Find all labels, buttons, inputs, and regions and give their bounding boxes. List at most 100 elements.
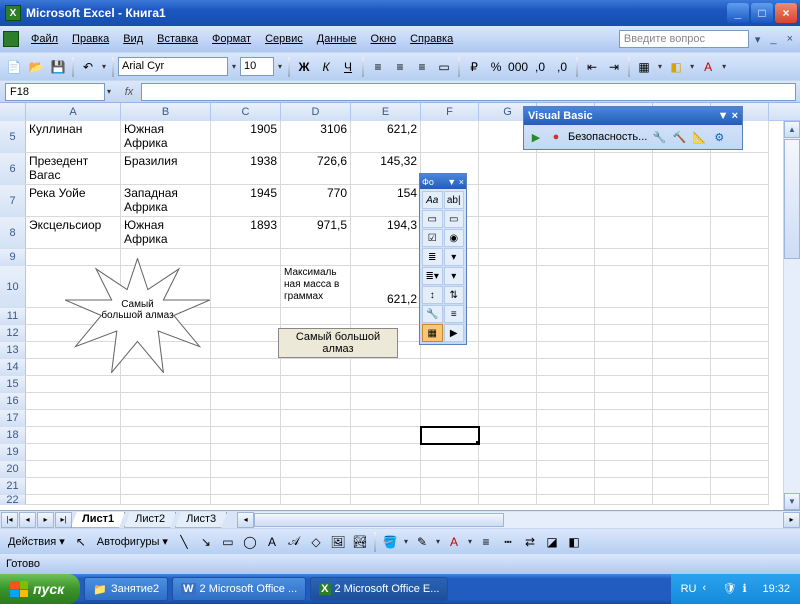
row-header[interactable]: 21 [0, 478, 26, 495]
row-header[interactable]: 7 [0, 185, 26, 217]
worksheet-grid[interactable]: A B C D E F G H I J K 5КуллинанЮжная Афр… [0, 102, 800, 510]
row-header[interactable]: 15 [0, 376, 26, 393]
cell[interactable] [121, 444, 211, 461]
align-left-icon[interactable]: ≡ [368, 57, 388, 77]
menu-edit[interactable]: Правка [66, 30, 115, 48]
tab-last-icon[interactable]: ▸| [55, 512, 72, 528]
font-color-draw-icon[interactable]: A [444, 532, 464, 552]
clock[interactable]: 19:32 [762, 583, 790, 595]
cell[interactable] [26, 495, 121, 505]
line-color-icon[interactable]: ✎ [412, 532, 432, 552]
shadow-icon[interactable]: ◪ [542, 532, 562, 552]
row-header[interactable]: 8 [0, 217, 26, 249]
cell[interactable] [653, 444, 711, 461]
edit-box-tool-icon[interactable]: ab| [444, 191, 465, 209]
row-header[interactable]: 12 [0, 325, 26, 342]
menu-format[interactable]: Формат [206, 30, 257, 48]
cell[interactable] [26, 444, 121, 461]
vertical-scrollbar[interactable]: ▲ ▼ [783, 121, 800, 510]
cell[interactable] [351, 393, 421, 410]
cell[interactable] [479, 185, 537, 217]
minimize-button[interactable]: _ [727, 3, 749, 23]
cell[interactable] [595, 444, 653, 461]
cell[interactable] [595, 325, 653, 342]
cell[interactable] [479, 217, 537, 249]
cell[interactable]: Река Уойе [26, 185, 121, 217]
row-header[interactable]: 13 [0, 342, 26, 359]
menu-help[interactable]: Справка [404, 30, 459, 48]
cell[interactable] [479, 342, 537, 359]
autoshapes-menu[interactable]: Автофигуры ▾ [93, 533, 172, 550]
cell[interactable] [537, 325, 595, 342]
dash-style-icon[interactable]: ┅ [498, 532, 518, 552]
align-right-icon[interactable]: ≡ [412, 57, 432, 77]
cell[interactable] [537, 266, 595, 308]
fill-color-icon[interactable]: ◧ [666, 57, 686, 77]
cell[interactable] [537, 393, 595, 410]
controls-toolbox[interactable]: Фо▼ × Aa ab| ▭ ▭ ☑ ◉ ≣ ▾ ≣▾ ▾ ↕ ⇅ 🔧 ≡ ▦ … [419, 173, 467, 345]
cell[interactable]: 194,3 [351, 217, 421, 249]
close-button[interactable]: × [775, 3, 797, 23]
merge-center-icon[interactable]: ▭ [434, 57, 454, 77]
tab-prev-icon[interactable]: ◂ [19, 512, 36, 528]
cell[interactable] [711, 308, 769, 325]
cell[interactable] [351, 308, 421, 325]
cell[interactable]: 1905 [211, 121, 281, 153]
toolbox-options-icon[interactable]: ▼ [447, 177, 456, 187]
menu-file[interactable]: Файл [25, 30, 64, 48]
arrow-icon[interactable]: ↘ [196, 532, 216, 552]
cell[interactable]: 726,6 [281, 153, 351, 185]
decrease-indent-icon[interactable]: ⇤ [582, 57, 602, 77]
cell[interactable]: Максималь ная масса в граммах [281, 266, 351, 308]
cell[interactable]: Западная Африка [121, 185, 211, 217]
cell[interactable] [595, 217, 653, 249]
cell[interactable] [281, 376, 351, 393]
cell[interactable] [421, 495, 479, 505]
new-icon[interactable]: 📄 [4, 57, 24, 77]
cell[interactable]: Южная Африка [121, 121, 211, 153]
cell[interactable] [351, 495, 421, 505]
cell[interactable]: 1945 [211, 185, 281, 217]
cell[interactable] [211, 478, 281, 495]
cell[interactable] [479, 249, 537, 266]
cell[interactable] [711, 444, 769, 461]
cell[interactable]: 621,2 [351, 266, 421, 308]
cell[interactable] [537, 410, 595, 427]
cell[interactable] [653, 478, 711, 495]
cell[interactable] [479, 325, 537, 342]
align-center-icon[interactable]: ≡ [390, 57, 410, 77]
cell[interactable] [537, 308, 595, 325]
sheet-tab-3[interactable]: Лист3 [175, 512, 227, 528]
scroll-thumb[interactable] [784, 139, 800, 259]
oval-icon[interactable]: ◯ [240, 532, 260, 552]
cell[interactable] [711, 342, 769, 359]
cell[interactable] [479, 308, 537, 325]
cell[interactable] [281, 393, 351, 410]
scroll-left-icon[interactable]: ◂ [237, 512, 254, 528]
cell[interactable] [121, 461, 211, 478]
cell[interactable] [537, 153, 595, 185]
cell[interactable] [653, 495, 711, 505]
combo-list-tool-icon[interactable]: ≣▾ [422, 267, 443, 285]
sheet-tab-1[interactable]: Лист1 [71, 512, 125, 528]
run-macro-icon[interactable]: ▶ [528, 129, 544, 145]
cell[interactable] [653, 410, 711, 427]
cell[interactable] [653, 393, 711, 410]
menu-window[interactable]: Окно [365, 30, 403, 48]
cell[interactable] [479, 444, 537, 461]
cell[interactable] [26, 478, 121, 495]
cell[interactable] [211, 410, 281, 427]
rectangle-icon[interactable]: ▭ [218, 532, 238, 552]
cell[interactable]: 145,32 [351, 153, 421, 185]
row-header[interactable]: 20 [0, 461, 26, 478]
cell[interactable] [281, 478, 351, 495]
cell[interactable] [421, 121, 479, 153]
edit-code-tool-icon[interactable]: ≡ [444, 305, 465, 323]
cell[interactable] [537, 185, 595, 217]
cell[interactable] [595, 427, 653, 444]
row-header[interactable]: 18 [0, 427, 26, 444]
combo-box-tool-icon[interactable]: ▾ [444, 248, 465, 266]
menu-view[interactable]: Вид [117, 30, 149, 48]
cell[interactable] [711, 153, 769, 185]
tray-chevron-icon[interactable]: ‹ [702, 582, 716, 596]
